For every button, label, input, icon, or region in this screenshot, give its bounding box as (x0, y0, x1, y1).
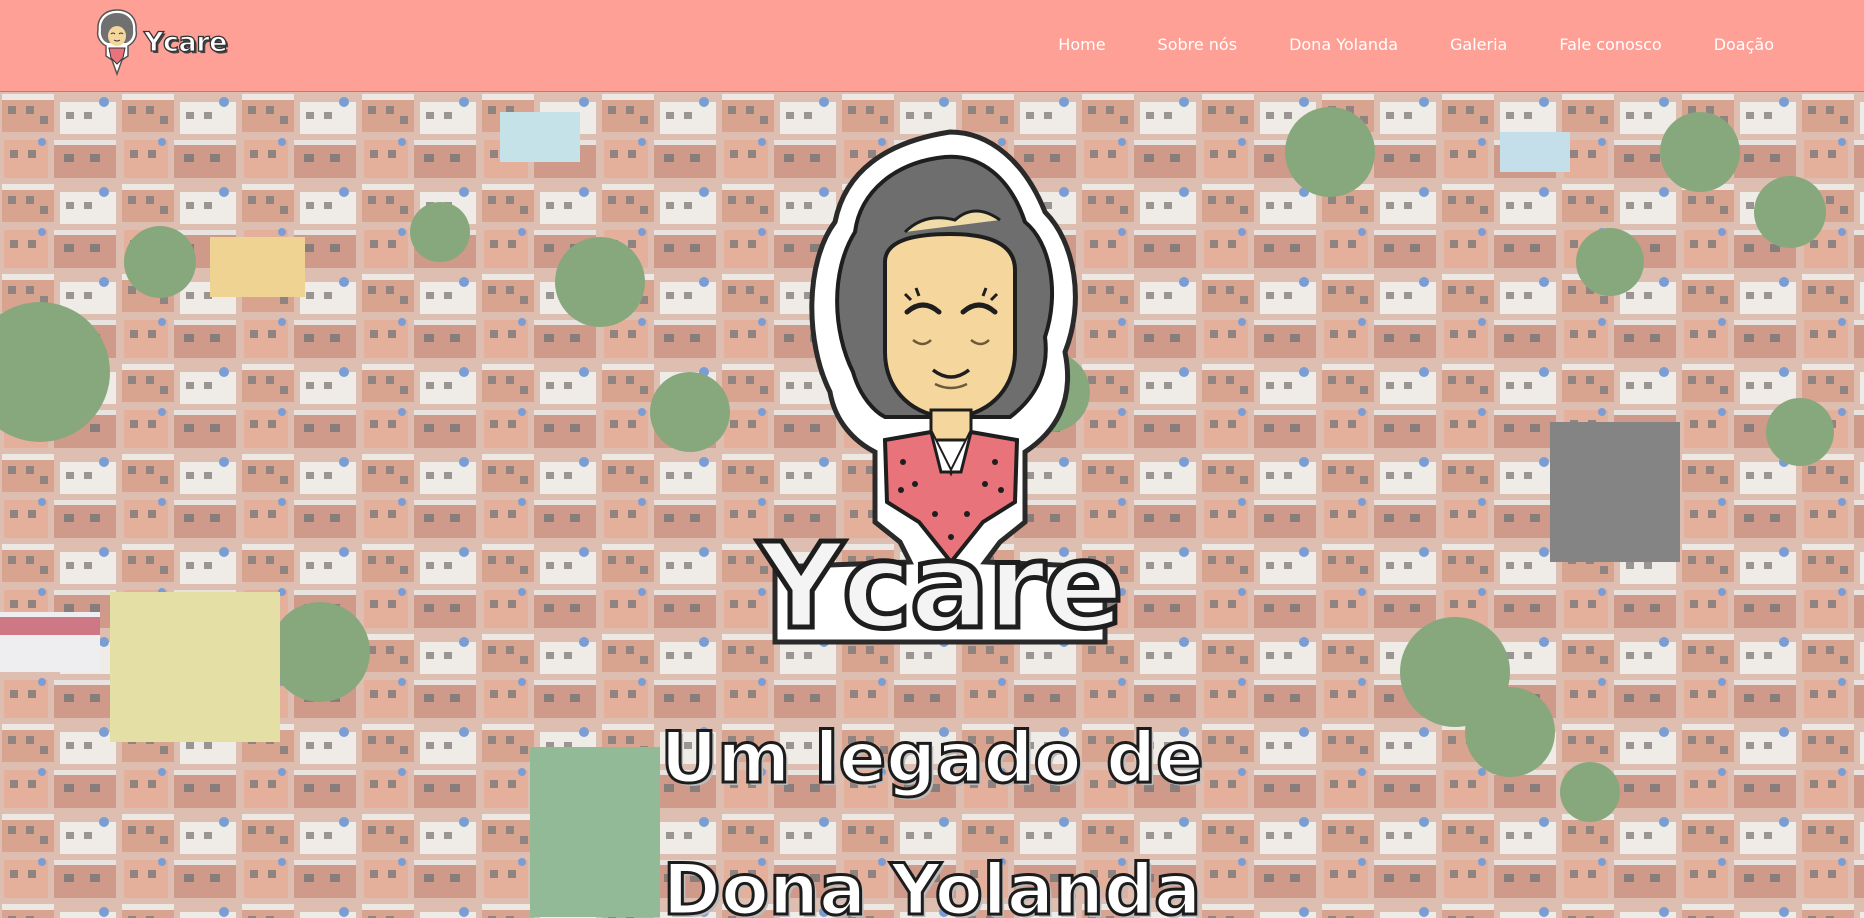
nav-menu: Home Sobre nós Dona Yolanda Galeria Fale… (1006, 0, 1774, 88)
hero-title-line-1: Um legado de (659, 716, 1205, 801)
brand-name: Ycare (143, 26, 228, 58)
navbar: Ycare Home Sobre nós Dona Yolanda Galeri… (0, 0, 1864, 92)
nav-link-dona-yolanda[interactable]: Dona Yolanda (1289, 35, 1398, 54)
nav-link-sobre-nos[interactable]: Sobre nós (1158, 35, 1238, 54)
grandma-mascot-illustration: Ycare (754, 129, 1125, 658)
brand-logo-link[interactable]: Ycare (94, 8, 228, 76)
hero-section: Ycare Um legado de Dona Yolanda (0, 92, 1864, 918)
hero-logo-text: Ycare (756, 517, 1121, 655)
hero-title: Um legado de Dona Yolanda (0, 692, 1864, 918)
nav-link-fale-conosco[interactable]: Fale conosco (1559, 35, 1661, 54)
page: Ycare Home Sobre nós Dona Yolanda Galeri… (0, 0, 1864, 918)
nav-link-doacao[interactable]: Doação (1714, 35, 1774, 54)
grandma-mascot-icon (96, 9, 138, 76)
nav-link-home[interactable]: Home (1058, 35, 1105, 54)
hero-title-line-2: Dona Yolanda (661, 848, 1202, 918)
nav-link-galeria[interactable]: Galeria (1450, 35, 1507, 54)
